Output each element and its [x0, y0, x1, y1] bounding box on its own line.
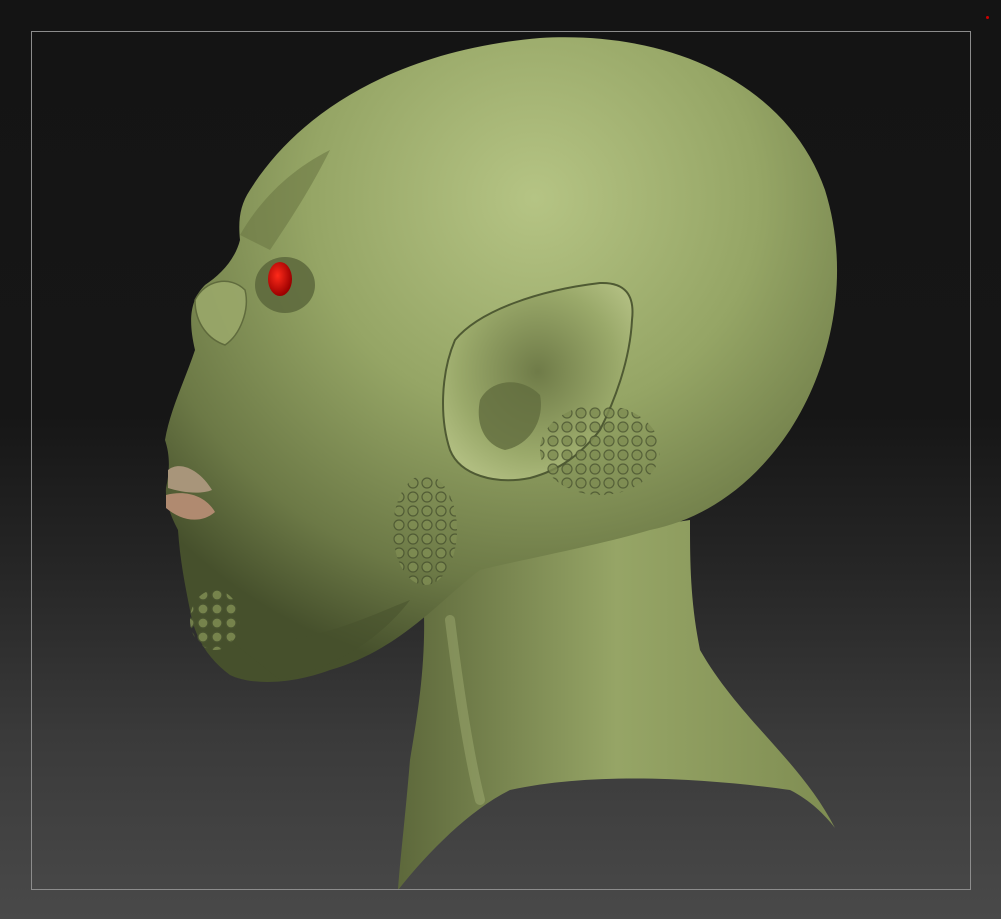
viewport-frame — [31, 31, 971, 890]
3d-viewport[interactable] — [0, 0, 1001, 919]
corner-marker — [986, 16, 989, 19]
